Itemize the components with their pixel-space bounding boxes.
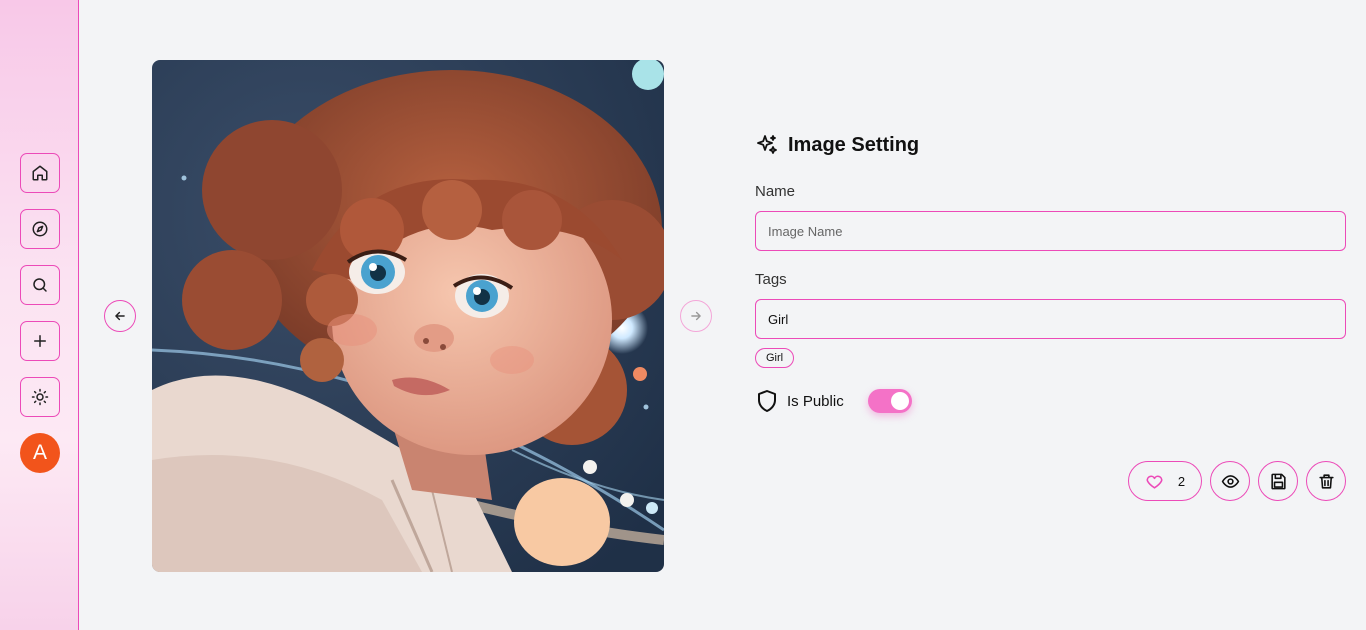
view-button[interactable] (1210, 461, 1250, 501)
image-name-input[interactable] (755, 211, 1346, 251)
public-setting-row: Is Public (755, 389, 912, 413)
like-button[interactable]: 2 (1128, 461, 1202, 501)
generated-image (152, 60, 664, 572)
save-icon (1270, 473, 1286, 489)
eye-icon (1221, 474, 1239, 488)
tags-input[interactable] (755, 299, 1346, 339)
nav-home-button[interactable] (20, 153, 60, 193)
sidebar: A (0, 0, 79, 630)
search-icon (33, 278, 47, 292)
nav-explore-button[interactable] (20, 209, 60, 249)
avatar[interactable]: A (20, 433, 60, 473)
tags-label: Tags (755, 271, 787, 288)
toggle-knob (890, 392, 909, 410)
name-label: Name (755, 183, 796, 200)
shield-icon (758, 390, 776, 412)
tag-chip[interactable]: Girl (755, 348, 795, 368)
public-toggle[interactable] (867, 389, 912, 413)
heart-icon (1146, 475, 1163, 489)
nav-create-button[interactable] (20, 321, 60, 361)
nav-search-button[interactable] (20, 265, 60, 305)
tag-chip-label: Girl (766, 352, 784, 364)
sun-icon (31, 388, 49, 406)
public-label: Is Public (787, 392, 844, 410)
trash-icon (1318, 473, 1334, 489)
sparkles-icon (757, 135, 777, 154)
delete-button[interactable] (1306, 461, 1346, 501)
arrow-right-icon (691, 311, 701, 321)
next-image-button[interactable] (680, 300, 712, 332)
home-icon (32, 165, 48, 181)
panel-title-text: Image Setting (788, 133, 920, 156)
panel-title: Image Setting (755, 133, 919, 157)
like-count: 2 (1177, 473, 1186, 489)
avatar-initial: A (32, 441, 47, 464)
save-button[interactable] (1258, 461, 1298, 501)
previous-image-button[interactable] (104, 300, 136, 332)
theme-toggle-button[interactable] (20, 377, 60, 417)
plus-icon (34, 335, 46, 347)
compass-icon (32, 221, 48, 237)
arrow-left-icon (115, 311, 125, 321)
